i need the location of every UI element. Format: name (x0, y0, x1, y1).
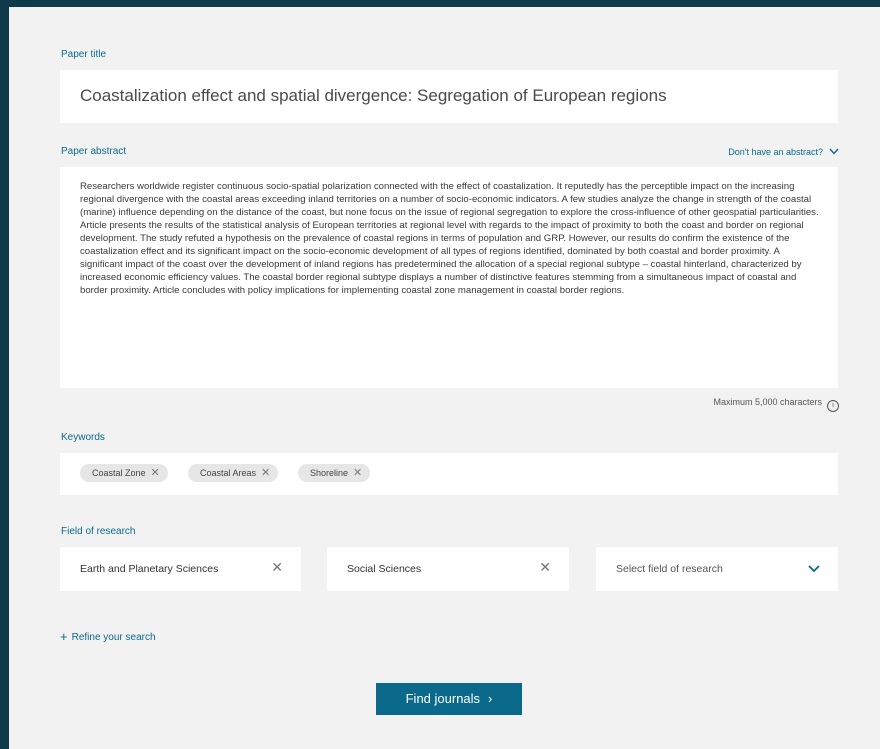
field-of-research-value: Social Sciences (347, 563, 422, 575)
find-journals-label: Find journals (405, 691, 481, 706)
field-of-research-select-1[interactable]: Earth and Planetary Sciences ✕ (60, 547, 301, 591)
field-of-research-select-3[interactable]: Select field of research (596, 547, 838, 591)
field-of-research-placeholder: Select field of research (616, 563, 723, 575)
close-icon[interactable]: ✕ (539, 559, 551, 576)
chevron-down-icon (829, 148, 839, 155)
paper-abstract-label: Paper abstract (61, 146, 127, 157)
keyword-chip-label: Coastal Zone (92, 468, 146, 478)
find-journals-button[interactable]: Find journals › (376, 683, 522, 715)
keyword-chip: Coastal Areas ✕ (188, 464, 279, 482)
chevron-down-icon (808, 565, 820, 573)
no-abstract-toggle-label: Don't have an abstract? (728, 147, 823, 157)
close-icon[interactable]: ✕ (271, 559, 283, 576)
abstract-limit-text: Maximum 5,000 characters (713, 397, 822, 407)
refine-search-link[interactable]: + Refine your search (60, 630, 156, 645)
chevron-right-icon: › (488, 691, 493, 706)
field-of-research-label: Field of research (61, 526, 136, 537)
keywords-label: Keywords (61, 432, 105, 443)
refine-search-label: Refine your search (71, 632, 156, 643)
paper-abstract-value: Researchers worldwide register continuou… (80, 181, 819, 296)
paper-title-input[interactable]: Coastalization effect and spatial diverg… (60, 70, 838, 123)
keyword-chip: Shoreline ✕ (298, 464, 371, 482)
no-abstract-toggle[interactable]: Don't have an abstract? (728, 146, 839, 158)
close-icon[interactable]: ✕ (261, 464, 270, 482)
close-icon[interactable]: ✕ (353, 464, 362, 482)
field-of-research-select-2[interactable]: Social Sciences ✕ (327, 547, 569, 591)
plus-icon: + (60, 629, 68, 644)
paper-title-label: Paper title (61, 49, 107, 60)
close-icon[interactable]: ✕ (151, 464, 160, 482)
keyword-chip-label: Shoreline (310, 468, 349, 478)
keyword-chip-label: Coastal Areas (200, 468, 257, 478)
field-of-research-value: Earth and Planetary Sciences (80, 563, 219, 575)
paper-title-value: Coastalization effect and spatial diverg… (80, 86, 667, 105)
info-icon[interactable]: i (827, 400, 839, 412)
keywords-input[interactable]: Coastal Zone ✕ Coastal Areas ✕ Shoreline ✕ (60, 453, 838, 495)
abstract-limit-hint: Maximum 5,000 characters i (713, 396, 839, 412)
keyword-chip: Coastal Zone ✕ (80, 464, 168, 482)
paper-abstract-textarea[interactable]: Researchers worldwide register continuou… (60, 167, 838, 388)
